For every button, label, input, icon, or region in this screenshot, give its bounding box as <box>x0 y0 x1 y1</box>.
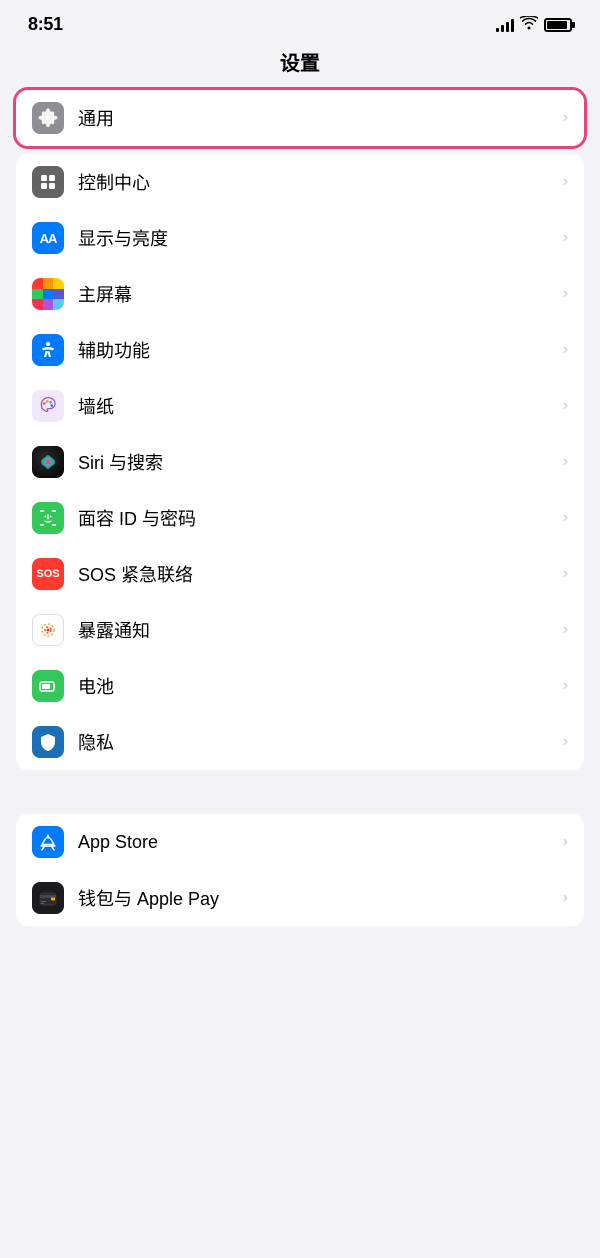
wallet-label: 钱包与 Apple Pay <box>78 885 559 911</box>
battery-icon <box>544 18 572 32</box>
settings-row-privacy[interactable]: 隐私 › <box>16 714 584 770</box>
siri-icon <box>32 446 64 478</box>
wallet-icon <box>32 882 64 914</box>
face-id-label: 面容 ID 与密码 <box>78 505 559 531</box>
settings-row-siri[interactable]: Siri 与搜索 › <box>16 434 584 490</box>
general-label: 通用 <box>78 105 559 131</box>
app-store-icon <box>32 826 64 858</box>
status-icons <box>496 16 572 34</box>
settings-section-store: App Store › 钱包与 Apple Pay › <box>16 814 584 926</box>
siri-label: Siri 与搜索 <box>78 449 559 475</box>
display-label: 显示与亮度 <box>78 225 559 251</box>
settings-row-accessibility[interactable]: 辅助功能 › <box>16 322 584 378</box>
settings-row-wallet[interactable]: 钱包与 Apple Pay › <box>16 870 584 926</box>
sos-icon: SOS <box>32 558 64 590</box>
wifi-icon <box>520 16 538 34</box>
general-chevron: › <box>563 109 568 127</box>
signal-icon <box>496 18 514 32</box>
settings-row-display[interactable]: AA 显示与亮度 › <box>16 210 584 266</box>
face-id-icon <box>32 502 64 534</box>
home-screen-icon <box>32 278 64 310</box>
exposure-label: 暴露通知 <box>78 617 559 643</box>
settings-row-face-id[interactable]: 面容 ID 与密码 › <box>16 490 584 546</box>
page-title: 设置 <box>0 43 600 90</box>
settings-row-control-center[interactable]: 控制中心 › <box>16 154 584 210</box>
home-screen-label: 主屏幕 <box>78 281 559 307</box>
accessibility-label: 辅助功能 <box>78 337 559 363</box>
control-center-icon <box>32 166 64 198</box>
control-center-label: 控制中心 <box>78 169 559 195</box>
status-time: 8:51 <box>28 14 63 35</box>
exposure-icon <box>32 614 64 646</box>
battery-label: 电池 <box>78 673 559 699</box>
settings-section-main: 控制中心 › AA 显示与亮度 › 主屏幕 › <box>16 154 584 770</box>
battery-settings-icon <box>32 670 64 702</box>
settings-row-general[interactable]: 通用 › <box>16 90 584 146</box>
sos-label: SOS 紧急联络 <box>78 561 559 587</box>
display-icon: AA <box>32 222 64 254</box>
wallpaper-icon <box>32 390 64 422</box>
settings-row-wallpaper[interactable]: 墙纸 › <box>16 378 584 434</box>
wallpaper-label: 墙纸 <box>78 393 559 419</box>
settings-row-app-store[interactable]: App Store › <box>16 814 584 870</box>
section-gap <box>0 778 600 814</box>
settings-section-general: 通用 › <box>16 90 584 146</box>
settings-row-home-screen[interactable]: 主屏幕 › <box>16 266 584 322</box>
app-store-label: App Store <box>78 832 559 853</box>
accessibility-icon <box>32 334 64 366</box>
settings-row-sos[interactable]: SOS SOS 紧急联络 › <box>16 546 584 602</box>
settings-row-battery[interactable]: 电池 › <box>16 658 584 714</box>
privacy-icon <box>32 726 64 758</box>
status-bar: 8:51 <box>0 0 600 43</box>
settings-row-exposure[interactable]: 暴露通知 › <box>16 602 584 658</box>
general-icon <box>32 102 64 134</box>
privacy-label: 隐私 <box>78 729 559 755</box>
